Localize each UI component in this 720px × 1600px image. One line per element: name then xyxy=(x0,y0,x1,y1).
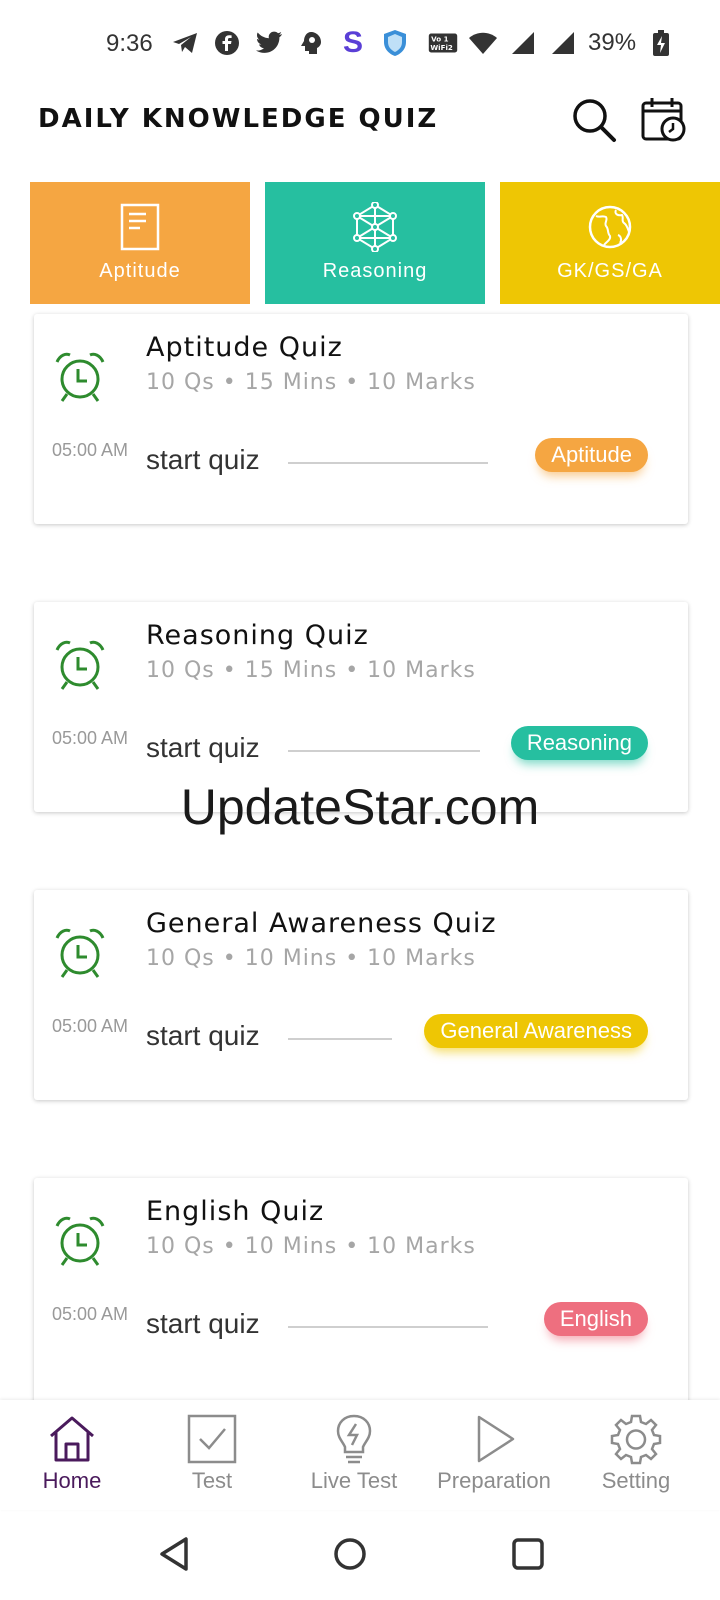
category-gk[interactable]: GK/GS/GA xyxy=(500,182,720,304)
battery-charging-icon xyxy=(646,28,676,58)
quiz-title: English Quiz xyxy=(146,1196,325,1227)
quiz-title: General Awareness Quiz xyxy=(146,908,497,939)
quiz-meta: 10 Qs • 10 Mins • 10 Marks xyxy=(146,1234,476,1259)
svg-text:Vo 1: Vo 1 xyxy=(431,34,448,43)
telegram-icon xyxy=(170,28,200,58)
app-bar: DAILY KNOWLEDGE QUIZ xyxy=(0,94,720,164)
nav-live-test[interactable]: Live Test xyxy=(282,1412,426,1504)
alarm-clock-icon xyxy=(55,640,105,690)
brain-app-icon xyxy=(296,28,326,58)
calendar-clock-icon[interactable] xyxy=(640,96,688,144)
quiz-card-aptitude[interactable]: Aptitude Quiz 10 Qs • 15 Mins • 10 Marks… xyxy=(34,314,688,524)
status-time: 9:36 xyxy=(106,30,153,57)
nav-label: Live Test xyxy=(310,1468,398,1493)
nav-label: Home xyxy=(42,1468,102,1493)
category-aptitude[interactable]: Aptitude xyxy=(30,182,250,304)
checkbox-icon xyxy=(187,1414,237,1464)
nav-home[interactable]: Home xyxy=(0,1412,144,1504)
alarm-clock-icon xyxy=(55,928,105,978)
nav-label: Preparation xyxy=(437,1468,551,1493)
category-label: Reasoning xyxy=(322,260,428,282)
quiz-time: 05:00 AM xyxy=(52,728,129,748)
network-icon xyxy=(353,202,397,252)
home-circle-icon[interactable] xyxy=(330,1534,370,1574)
play-icon xyxy=(477,1415,515,1463)
alarm-clock-icon xyxy=(55,1216,105,1266)
divider-line xyxy=(288,1038,392,1040)
divider-line xyxy=(288,462,488,464)
nav-setting[interactable]: Setting xyxy=(564,1412,708,1504)
document-icon xyxy=(120,203,160,251)
quiz-meta: 10 Qs • 15 Mins • 10 Marks xyxy=(146,370,476,395)
quiz-title: Aptitude Quiz xyxy=(146,332,343,363)
quiz-title: Reasoning Quiz xyxy=(146,620,369,651)
category-strip: Aptitude Reasoning GK/GS/GA xyxy=(0,182,720,304)
start-quiz-link[interactable]: start quiz xyxy=(146,444,260,476)
quiz-time: 05:00 AM xyxy=(52,1304,129,1324)
quiz-time: 05:00 AM xyxy=(52,440,129,460)
nav-test[interactable]: Test xyxy=(140,1412,284,1504)
quiz-tag: General Awareness xyxy=(424,1014,648,1048)
quiz-card-english[interactable]: English Quiz 10 Qs • 10 Mins • 10 Marks … xyxy=(34,1178,688,1418)
quiz-meta: 10 Qs • 10 Mins • 10 Marks xyxy=(146,946,476,971)
nav-preparation[interactable]: Preparation xyxy=(422,1412,566,1504)
home-icon xyxy=(50,1416,94,1462)
quiz-card-general-awareness[interactable]: General Awareness Quiz 10 Qs • 10 Mins •… xyxy=(34,890,688,1100)
category-reasoning[interactable]: Reasoning xyxy=(265,182,485,304)
quiz-meta: 10 Qs • 15 Mins • 10 Marks xyxy=(146,658,476,683)
notification-icons: S xyxy=(170,26,410,59)
gear-icon xyxy=(610,1414,662,1465)
start-quiz-link[interactable]: start quiz xyxy=(146,732,260,764)
svg-text:WiFi2: WiFi2 xyxy=(430,43,453,52)
facebook-icon xyxy=(212,28,242,58)
recents-square-icon[interactable] xyxy=(508,1534,548,1574)
quiz-time: 05:00 AM xyxy=(52,1016,129,1036)
system-indicators: Vo 1 WiFi2 39% xyxy=(428,28,676,58)
nav-label: Setting xyxy=(601,1468,671,1493)
status-bar: 9:36 S Vo 1 WiFi2 39% xyxy=(0,0,720,94)
category-label: GK/GS/GA xyxy=(557,260,663,282)
back-icon[interactable] xyxy=(156,1534,196,1574)
system-navigation-bar xyxy=(0,1510,720,1600)
category-label: Aptitude xyxy=(99,260,181,282)
quiz-tag: Aptitude xyxy=(535,438,648,472)
s-app-icon: S xyxy=(342,26,363,59)
twitter-icon xyxy=(254,28,284,58)
watermark: UpdateStar.com xyxy=(180,779,540,835)
quiz-tag: English xyxy=(543,1302,648,1336)
lightbulb-icon xyxy=(336,1414,372,1464)
start-quiz-link[interactable]: start quiz xyxy=(146,1308,260,1340)
alarm-clock-icon xyxy=(55,352,105,402)
volte-wifi-icon: Vo 1 WiFi2 xyxy=(428,28,458,58)
signal-1-icon xyxy=(508,28,538,58)
bottom-navigation: Home Test Live Test Preparation Setting xyxy=(0,1400,720,1510)
battery-percent: 39% xyxy=(588,29,637,56)
start-quiz-link[interactable]: start quiz xyxy=(146,1020,260,1052)
wifi-icon xyxy=(468,28,498,58)
nav-label: Test xyxy=(191,1468,233,1493)
quiz-tag: Reasoning xyxy=(510,726,648,760)
signal-2-icon xyxy=(548,28,578,58)
app-title: DAILY KNOWLEDGE QUIZ xyxy=(38,104,439,134)
divider-line xyxy=(288,1326,488,1328)
globe-icon xyxy=(588,205,632,249)
search-icon[interactable] xyxy=(570,96,618,144)
shield-app-icon xyxy=(380,28,410,58)
divider-line xyxy=(288,750,480,752)
